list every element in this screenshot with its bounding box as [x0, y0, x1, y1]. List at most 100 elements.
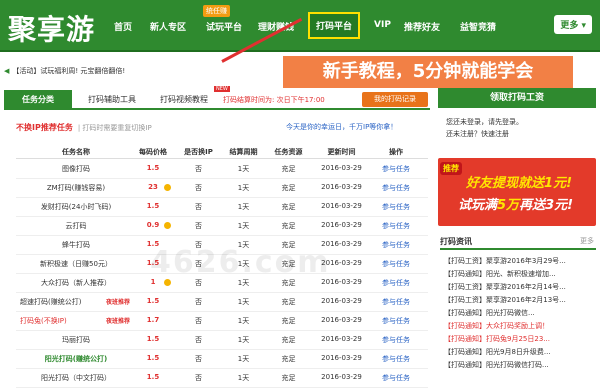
more-menu-button[interactable]: 更多 ▾ — [554, 15, 592, 34]
salary-header: 领取打码工资 — [438, 88, 596, 108]
table-row: 玛丽打码 1.5 否 1天 充足 2016-03-29 参与任务 — [16, 331, 428, 350]
col-ip: 是否换IP — [184, 148, 213, 156]
cell-op[interactable]: 参与任务 — [371, 335, 421, 345]
nav-item-trial[interactable]: 试玩平台 — [206, 20, 242, 33]
cell-name[interactable]: 云打码 — [16, 221, 136, 231]
cell-op[interactable]: 参与任务 — [371, 183, 421, 193]
tutorial-annotation: 新手教程，5分钟就能学会 — [283, 56, 573, 88]
cell-name[interactable]: 玛丽打码 — [16, 335, 136, 345]
table-header: 任务名称 每码价格 是否换IP 结算周期 任务资源 更新时间 操作 — [16, 147, 428, 159]
news-more-link[interactable]: 更多 — [580, 236, 594, 246]
login-prompt: 您还未登录，请先登录。 还未注册？快速注册 — [446, 116, 523, 140]
lucky-day-link[interactable]: 今天是你的幸运日，千万IP等你拿！ — [286, 122, 397, 132]
news-item[interactable]: 【打码通知】阳光打码微信... — [444, 308, 535, 318]
cell-cycle: 1天 — [237, 336, 250, 344]
cell-cycle: 1天 — [237, 184, 250, 192]
cell-ip: 否 — [195, 298, 202, 306]
table-row: 超速打码(赚统公打) 夜班推荐 1.5 否 1天 充足 2016-03-29 参与任务 — [16, 293, 428, 312]
cell-op[interactable]: 参与任务 — [371, 221, 421, 231]
cell-op[interactable]: 参与任务 — [371, 240, 421, 250]
cell-cycle: 1天 — [237, 355, 250, 363]
notice-text[interactable]: 试玩福利周! 元宝翻倍翻倍! — [40, 67, 125, 75]
cell-name[interactable]: 新积极速（日赚50元） — [16, 259, 136, 269]
register-line[interactable]: 还未注册？快速注册 — [446, 128, 523, 140]
banner-line-1: 好友提现就送1元! — [466, 176, 573, 191]
cell-price: 1.5 — [146, 354, 160, 362]
cell-name[interactable]: 超速打码(赚统公打) — [20, 297, 102, 307]
news-title: 打码资讯 — [440, 237, 472, 246]
section-subtitle: | 打码时需要重复切换IP — [77, 124, 152, 132]
cell-op[interactable]: 参与任务 — [371, 202, 421, 212]
promo-banner[interactable]: 推荐 好友提现就送1元! 试玩满5万再送3元! — [438, 158, 596, 226]
table-row: 云打码 0.9 否 1天 充足 2016-03-29 参与任务 — [16, 217, 428, 236]
news-item[interactable]: 【打码通知】打码兔9月25日23... — [444, 334, 550, 344]
cell-name[interactable]: 蜂牛打码 — [16, 240, 136, 250]
cell-price: 1.5 — [146, 164, 160, 172]
cell-op[interactable]: 参与任务 — [371, 373, 421, 383]
table-row: 发财打码(24小时飞码) 1.5 否 1天 充足 2016-03-29 参与任务 — [16, 198, 428, 217]
cell-name[interactable]: 阳光打码（中文打码） — [16, 373, 136, 383]
table-row: 打码兔(不换IP) 夜班推荐 1.7 否 1天 充足 2016-03-29 参与任务 — [16, 312, 428, 331]
news-item[interactable]: 【打码工资】聚享游2016年2月13号... — [444, 295, 566, 305]
table-row: 阳光打码（中文打码） 1.5 否 1天 充足 2016-03-29 参与任务 — [16, 369, 428, 388]
site-logo[interactable]: 聚享游 — [8, 8, 95, 48]
cell-name[interactable]: 大众打码（新人推荐） — [16, 278, 136, 288]
cell-res: 充足 — [281, 222, 296, 230]
cell-name[interactable]: 图像打码 — [16, 164, 136, 174]
col-date: 更新时间 — [327, 148, 356, 156]
login-line[interactable]: 您还未登录，请先登录。 — [446, 116, 523, 128]
watermark: 4626.com — [150, 245, 331, 280]
cell-op[interactable]: 参与任务 — [371, 164, 421, 174]
cell-price: 1.5 — [146, 202, 160, 210]
cell-cycle: 1天 — [237, 203, 250, 211]
nav-item-quiz[interactable]: 益智竞猜 — [460, 20, 496, 33]
table-row: 阳光打码(赚统公打) 1.5 否 1天 充足 2016-03-29 参与任务 — [16, 350, 428, 369]
nav-item-captcha[interactable]: 打码平台 — [308, 12, 361, 39]
nav-item-home[interactable]: 首页 — [114, 20, 132, 33]
news-item[interactable]: 【打码通知】阳光9月8日升级费... — [444, 347, 551, 357]
notice-bar: ◀ 【活动】试玩福利周! 元宝翻倍翻倍! — [4, 66, 289, 80]
cell-name[interactable]: 打码兔(不换IP) — [20, 316, 102, 326]
cell-op[interactable]: 参与任务 — [371, 297, 421, 307]
cell-name[interactable]: ZM打码(赚钱容易) — [16, 183, 136, 193]
cell-price: 1.5 — [146, 297, 160, 305]
nav-item-vip[interactable]: VIP — [374, 20, 391, 30]
cell-op[interactable]: 参与任务 — [371, 354, 421, 364]
col-resource: 任务资源 — [274, 148, 303, 156]
col-cycle: 结算周期 — [229, 148, 258, 156]
cell-op[interactable]: 参与任务 — [371, 278, 421, 288]
my-record-button[interactable]: 我的打码记录 — [362, 92, 428, 107]
cell-cycle: 1天 — [237, 165, 250, 173]
coin-icon — [164, 184, 171, 191]
nav-item-newbie[interactable]: 新人专区 — [150, 20, 186, 33]
col-op: 操作 — [389, 148, 403, 156]
cell-op[interactable]: 参与任务 — [371, 316, 421, 326]
news-item[interactable]: 【打码通知】阳光、新积极速增加... — [444, 269, 556, 279]
cell-ip: 否 — [195, 222, 202, 230]
table-row: 图像打码 1.5 否 1天 充足 2016-03-29 参与任务 — [16, 160, 428, 179]
news-item[interactable]: 【打码工资】聚享游2016年2月14号... — [444, 282, 566, 292]
section-title: 不换IP推荐任务 | 打码时需要重复切换IP — [16, 123, 152, 132]
nav-badge: 统任赚 — [203, 5, 230, 17]
tab-tools[interactable]: 打码辅助工具 — [76, 90, 148, 110]
settlement-time: 打码结算时间为: 次日下午17:00 — [223, 96, 325, 104]
cell-res: 充足 — [281, 355, 296, 363]
news-item[interactable]: 【打码通知】阳光打码微信打码... — [444, 360, 549, 370]
news-item[interactable]: 【打码工资】聚享游2016年3月29号... — [444, 256, 566, 266]
cell-ip: 否 — [195, 374, 202, 382]
cell-res: 充足 — [281, 184, 296, 192]
cell-date: 2016-03-29 — [321, 335, 362, 343]
cell-res: 充足 — [281, 336, 296, 344]
cell-name[interactable]: 阳光打码(赚统公打) — [16, 354, 136, 364]
col-price: 每码价格 — [139, 148, 167, 156]
cell-ip: 否 — [195, 336, 202, 344]
coin-icon — [164, 222, 171, 229]
notice-icon: ◀ — [4, 67, 10, 75]
tab-video-tutorial[interactable]: 打码视频教程 — [150, 90, 218, 110]
tab-task-category[interactable]: 任务分类 — [4, 90, 72, 110]
news-item[interactable]: 【打码通知】大众打码奖励上调！ — [444, 321, 549, 331]
cell-op[interactable]: 参与任务 — [371, 259, 421, 269]
nav-item-referral[interactable]: 推荐好友 — [404, 20, 440, 33]
cell-name[interactable]: 发财打码(24小时飞码) — [16, 202, 136, 212]
cell-ip: 否 — [195, 203, 202, 211]
